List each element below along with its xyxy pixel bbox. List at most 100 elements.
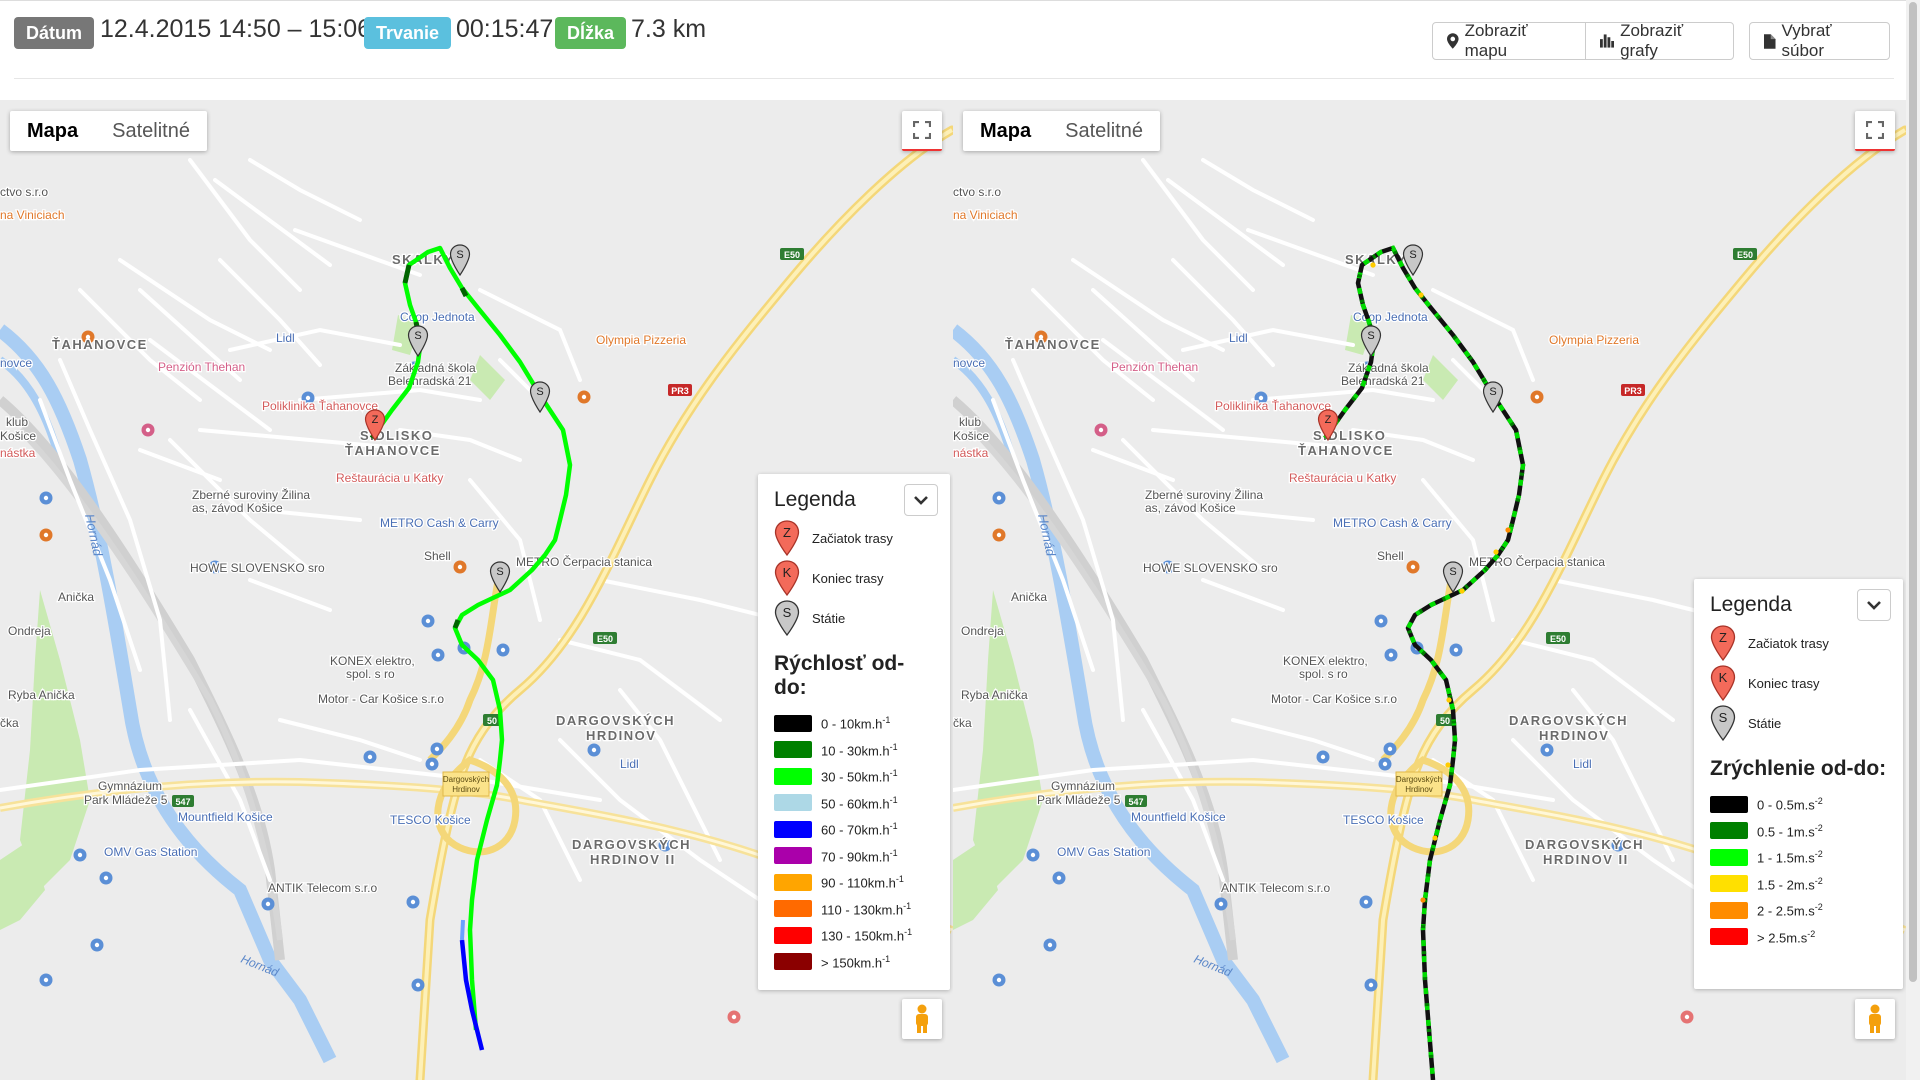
legend-item-label: 110 - 130km.h-1 xyxy=(821,900,912,917)
place-label: HRDINOV II xyxy=(590,852,676,867)
place-label: Ondreja xyxy=(961,624,1004,638)
place-label: HRDINOV xyxy=(586,728,656,743)
legend-swatch xyxy=(774,741,812,759)
legend-item: 70 - 90km.h-1 xyxy=(774,843,934,870)
legend-item-label: > 150km.h-1 xyxy=(821,953,891,970)
pegman-icon xyxy=(1869,1004,1881,1033)
place-label: Park Mládeže 5 xyxy=(84,793,168,807)
map-type-map[interactable]: Mapa xyxy=(10,111,95,151)
duration-badge: Trvanie xyxy=(364,17,452,49)
place-label: Reštaurácia u Katky xyxy=(336,471,443,485)
street-view-pegman[interactable] xyxy=(902,999,942,1039)
legend-stop-marker: S Státie xyxy=(774,598,934,638)
legend-end-marker: K Koniec trasy xyxy=(1710,663,1887,703)
legend-item: 110 - 130km.h-1 xyxy=(774,896,934,923)
svg-text:Dargovských: Dargovských xyxy=(443,775,489,784)
place-label: Ryba Anička xyxy=(961,688,1028,702)
scrollbar-thumb[interactable] xyxy=(1909,2,1917,982)
choose-file-button[interactable]: Vybrať súbor xyxy=(1749,21,1890,60)
place-label: Základná škola xyxy=(395,361,476,375)
show-map-button[interactable]: Zobraziť mapu xyxy=(1432,21,1586,60)
place-label: novce xyxy=(0,356,32,370)
legend-item-exponent: -1 xyxy=(889,821,898,832)
map-marker-icon xyxy=(1447,33,1459,49)
legend-swatch xyxy=(1710,928,1748,946)
legend-item: 60 - 70km.h-1 xyxy=(774,816,934,843)
fullscreen-button[interactable] xyxy=(902,111,942,151)
legend-item-label: 30 - 50km.h-1 xyxy=(821,768,898,785)
acceleration-map[interactable]: E50 PR3 E50 50 547 Dargovských Hrdinov Hornád Ho… xyxy=(953,100,1906,1080)
place-label: Motor - Car Košice s.r.o xyxy=(318,692,444,706)
date-badge: Dátum xyxy=(14,17,95,49)
legend-item-label: 10 - 30km.h-1 xyxy=(821,741,898,758)
legend-collapse-button[interactable] xyxy=(1857,589,1891,621)
show-charts-button[interactable]: Zobraziť grafy xyxy=(1585,21,1734,60)
svg-text:547: 547 xyxy=(175,797,190,807)
svg-text:Z: Z xyxy=(783,525,791,540)
end-marker-icon: K xyxy=(1710,665,1736,701)
length-value: 7.3 km xyxy=(631,15,707,43)
place-label: Ondreja xyxy=(8,624,51,638)
place-label: METRO Cash & Carry xyxy=(1333,516,1452,530)
svg-text:Z: Z xyxy=(372,414,379,426)
place-label: OMV Gas Station xyxy=(1057,845,1150,859)
legend-start-marker: Z Začiatok trasy xyxy=(1710,623,1887,663)
legend-swatch xyxy=(1710,795,1748,813)
legend-swatch xyxy=(1710,875,1748,893)
legend-item-exponent: -2 xyxy=(1814,796,1823,807)
place-label: Shell xyxy=(424,549,451,563)
place-label: OMV Gas Station xyxy=(104,845,197,859)
place-label: klub xyxy=(6,415,28,429)
show-map-label: Zobraziť mapu xyxy=(1464,21,1528,60)
page-scrollbar[interactable] xyxy=(1906,0,1920,1080)
street-view-pegman[interactable] xyxy=(1855,999,1895,1039)
legend-section-title: Rýchlosť od-do: xyxy=(774,652,905,699)
legend-item-exponent: -1 xyxy=(882,953,891,964)
end-marker-icon: K xyxy=(774,560,800,596)
legend-section-title: Zrýchlenie od-do: xyxy=(1710,757,1887,780)
legend-item-exponent: -1 xyxy=(882,715,891,726)
svg-text:Hrdinov: Hrdinov xyxy=(1405,785,1433,794)
legend-item-exponent: -1 xyxy=(889,794,898,805)
map-type-satellite[interactable]: Satelitné xyxy=(95,111,207,151)
place-label: na Viniciach xyxy=(953,208,1018,222)
svg-text:S: S xyxy=(496,566,503,578)
legend-item-label: 2 - 2.5m.s-2 xyxy=(1757,902,1823,919)
place-label: HOWE SLOVENSKO sro xyxy=(190,561,325,575)
svg-text:50: 50 xyxy=(1440,716,1450,726)
fullscreen-button[interactable] xyxy=(1855,111,1895,151)
svg-text:S: S xyxy=(456,249,463,261)
fullscreen-icon xyxy=(913,121,931,139)
map-type-map[interactable]: Mapa xyxy=(963,111,1048,151)
svg-text:50: 50 xyxy=(487,716,497,726)
place-label: Zberné suroviny Žilina xyxy=(192,487,310,502)
place-label: KONEX elektro, xyxy=(1283,654,1368,668)
speed-map[interactable]: E50 PR3 E50 50 547 Dargovských Hrdinov Hornád Ho… xyxy=(0,100,953,1080)
place-label: nástka xyxy=(953,446,989,460)
svg-text:K: K xyxy=(1719,670,1728,685)
legend-item: 1.5 - 2m.s-2 xyxy=(1710,871,1887,898)
place-label: Zberné suroviny Žilina xyxy=(1145,487,1263,502)
place-label: HOWE SLOVENSKO sro xyxy=(1143,561,1278,575)
place-label: ctvo s.r.o xyxy=(0,185,48,199)
place-label: novce xyxy=(953,356,985,370)
place-label: KONEX elektro, xyxy=(330,654,415,668)
svg-text:S: S xyxy=(1409,249,1416,261)
legend-item: 50 - 60km.h-1 xyxy=(774,790,934,817)
legend-item-exponent: -2 xyxy=(1814,875,1823,886)
place-label: DARGOVSKÝCH xyxy=(1525,837,1644,852)
place-label: Mountfield Košice xyxy=(1131,810,1226,824)
place-label: DARGOVSKÝCH xyxy=(556,713,675,728)
place-label: čka xyxy=(0,716,19,730)
speed-legend: Legenda Z Začiatok trasy K Koniec trasy SS… xyxy=(758,474,950,990)
place-label: Lidl xyxy=(620,757,639,771)
svg-text:S: S xyxy=(536,386,543,398)
place-label: Lidl xyxy=(1229,331,1248,345)
legend-item-exponent: -1 xyxy=(889,741,898,752)
place-label: Ryba Anička xyxy=(8,688,75,702)
place-label: Shell xyxy=(1377,549,1404,563)
legend-collapse-button[interactable] xyxy=(904,484,938,516)
map-type-satellite[interactable]: Satelitné xyxy=(1048,111,1160,151)
svg-text:E50: E50 xyxy=(1550,634,1566,644)
place-label: Anička xyxy=(58,590,94,604)
